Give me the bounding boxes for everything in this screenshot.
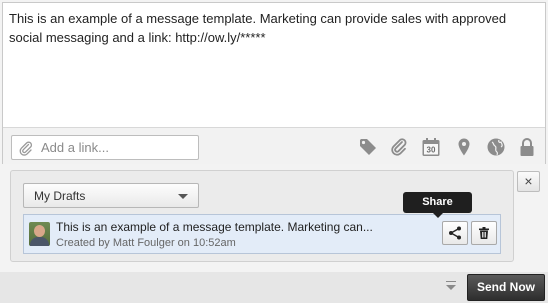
globe-icon[interactable]	[486, 137, 506, 157]
send-now-button[interactable]: Send Now	[467, 274, 545, 301]
drafts-folder-label: My Drafts	[34, 189, 86, 203]
close-drafts-button[interactable]: ×	[517, 171, 540, 192]
message-textarea[interactable]: This is an example of a message template…	[9, 9, 529, 47]
avatar	[29, 222, 50, 246]
add-link-input[interactable]	[41, 138, 191, 157]
footer-bar: Send Now	[0, 272, 548, 303]
composer-toolbar: 30	[3, 127, 545, 164]
tag-icon[interactable]	[358, 137, 378, 157]
lock-icon[interactable]	[517, 137, 537, 157]
draft-message-preview: This is an example of a message template…	[56, 220, 373, 234]
delete-draft-button[interactable]	[471, 221, 497, 245]
send-options-caret-icon[interactable]	[446, 281, 456, 290]
trash-icon	[479, 227, 489, 239]
compose-dialog: This is an example of a message template…	[0, 0, 548, 272]
chevron-down-icon	[178, 194, 188, 199]
calendar-icon[interactable]: 30	[421, 137, 441, 157]
location-pin-icon[interactable]	[454, 137, 474, 157]
calendar-day-label: 30	[427, 146, 436, 155]
draft-list-item[interactable]: This is an example of a message template…	[23, 214, 501, 254]
attachment-icon[interactable]	[389, 137, 409, 157]
close-icon: ×	[524, 173, 533, 189]
share-tooltip: Share	[403, 192, 472, 218]
drafts-folder-dropdown[interactable]: My Drafts	[23, 183, 199, 208]
draft-created-by: Created by Matt Foulger on 10:52am	[56, 237, 236, 249]
add-link-field[interactable]	[11, 135, 199, 160]
paperclip-icon	[19, 141, 33, 156]
share-icon	[449, 226, 461, 240]
share-button[interactable]	[442, 221, 468, 245]
message-composer: This is an example of a message template…	[2, 2, 546, 164]
